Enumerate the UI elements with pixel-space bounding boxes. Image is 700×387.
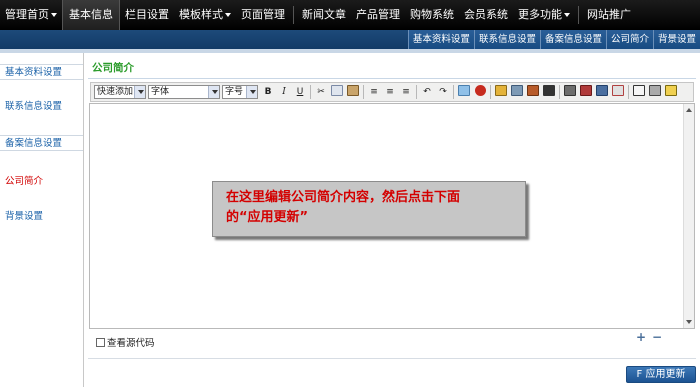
nav-basic-info[interactable]: 基本信息 — [62, 0, 120, 30]
undo-icon[interactable]: ↶ — [420, 85, 434, 99]
toolbar-divider — [363, 85, 364, 99]
chevron-down-icon — [51, 13, 57, 17]
callout-text-line1: 在这里编辑公司简介内容，然后点击下面 — [226, 190, 461, 205]
text-color-icon[interactable] — [494, 85, 508, 99]
bold-icon[interactable]: B — [261, 85, 275, 99]
toolbar-divider — [310, 85, 311, 99]
nav-page-management[interactable]: 页面管理 — [236, 0, 290, 30]
editor-resize-controls: + − — [636, 331, 662, 343]
subnav-contact-settings[interactable]: 联系信息设置 — [473, 30, 540, 49]
view-source-checkbox[interactable] — [96, 337, 105, 347]
bottom-divider — [88, 358, 696, 359]
paste-icon[interactable] — [346, 85, 360, 99]
nav-label: 基本信息 — [69, 8, 113, 21]
plus-icon[interactable]: + — [636, 331, 646, 343]
redo-icon[interactable]: ↷ — [436, 85, 450, 99]
italic-icon[interactable]: I — [277, 85, 291, 99]
font-style-icon[interactable] — [526, 85, 540, 99]
nav-news[interactable]: 新闻文章 — [297, 0, 351, 30]
align-center-icon[interactable]: ≡ — [383, 85, 397, 99]
toolbar-divider — [453, 85, 454, 99]
nav-divider — [578, 6, 579, 24]
chevron-down-icon — [134, 86, 145, 98]
table-icon[interactable] — [595, 85, 609, 99]
select-value: 快速添加 — [97, 87, 134, 97]
view-source-row[interactable]: 查看源代码 — [96, 335, 155, 349]
horizontal-rule-icon[interactable] — [611, 85, 625, 99]
unlink-icon[interactable] — [579, 85, 593, 99]
align-right-icon[interactable]: ≡ — [399, 85, 413, 99]
nav-label: 管理首页 — [5, 8, 49, 21]
sidebar: 基本资料设置 联系信息设置 备案信息设置 公司简介 背景设置 — [0, 53, 84, 387]
chevron-down-icon — [564, 13, 570, 17]
toolbar-divider — [628, 85, 629, 99]
nav-divider — [293, 6, 294, 24]
edit-source-icon[interactable] — [632, 85, 646, 99]
subnav-company-profile[interactable]: 公司简介 — [605, 30, 653, 49]
subnav-basic-settings[interactable]: 基本资料设置 — [407, 30, 474, 49]
chevron-down-icon — [246, 86, 257, 98]
cut-icon[interactable]: ✂ — [314, 85, 328, 99]
subnav-background-settings[interactable]: 背景设置 — [652, 30, 700, 49]
editor-scrollbar[interactable] — [683, 104, 694, 328]
nav-label: 网站推广 — [587, 8, 631, 21]
highlight-icon[interactable] — [510, 85, 524, 99]
copy-icon[interactable] — [330, 85, 344, 99]
editor-toolbar: 快速添加 字体 字号 B I U ✂ ≡ ≡ ≡ ↶ ↷ — [90, 82, 694, 102]
scroll-up-icon[interactable] — [686, 108, 692, 112]
nav-template-style[interactable]: 模板样式 — [174, 0, 236, 30]
help-icon[interactable] — [664, 85, 678, 99]
instruction-callout: 在这里编辑公司简介内容，然后点击下面 的“应用更新” — [212, 181, 526, 237]
select-value: 字号 — [225, 87, 244, 97]
sub-nav: 基本资料设置 联系信息设置 备案信息设置 公司简介 背景设置 — [407, 30, 700, 49]
link-icon[interactable] — [563, 85, 577, 99]
nav-label: 页面管理 — [241, 8, 285, 21]
quick-add-select[interactable]: 快速添加 — [94, 85, 146, 99]
underline-icon[interactable]: U — [293, 85, 307, 99]
toolbar-divider — [559, 85, 560, 99]
sub-nav-strip — [0, 49, 700, 53]
nav-admin-home[interactable]: 管理首页 — [0, 0, 62, 30]
top-nav: 管理首页 基本信息 栏目设置 模板样式 页面管理 新闻文章 产品管理 购物系统 … — [0, 0, 700, 30]
title-divider — [88, 78, 696, 79]
nav-label: 新闻文章 — [302, 8, 346, 21]
nav-label: 会员系统 — [464, 8, 508, 21]
nav-shopping[interactable]: 购物系统 — [405, 0, 459, 30]
sidebar-item-filing-settings[interactable]: 备案信息设置 — [0, 135, 83, 151]
image-icon[interactable] — [457, 85, 471, 99]
flash-icon[interactable] — [473, 85, 487, 99]
subnav-filing-settings[interactable]: 备案信息设置 — [539, 30, 606, 49]
font-size-select[interactable]: 字号 — [222, 85, 258, 99]
nav-label: 购物系统 — [410, 8, 454, 21]
minus-icon[interactable]: − — [652, 331, 662, 343]
sidebar-item-company-profile[interactable]: 公司简介 — [0, 174, 83, 190]
nav-label: 更多功能 — [518, 8, 562, 21]
nav-products[interactable]: 产品管理 — [351, 0, 405, 30]
chevron-down-icon — [225, 13, 231, 17]
toolbar-divider — [416, 85, 417, 99]
toolbar-divider — [490, 85, 491, 99]
nav-label: 产品管理 — [356, 8, 400, 21]
nav-promotion[interactable]: 网站推广 — [582, 0, 636, 30]
page-title: 公司简介 — [92, 62, 134, 74]
sidebar-item-background-settings[interactable]: 背景设置 — [0, 209, 83, 225]
nav-members[interactable]: 会员系统 — [459, 0, 513, 30]
align-left-icon[interactable]: ≡ — [367, 85, 381, 99]
nav-column-settings[interactable]: 栏目设置 — [120, 0, 174, 30]
clear-format-icon[interactable] — [542, 85, 556, 99]
sidebar-item-basic-settings[interactable]: 基本资料设置 — [0, 64, 83, 80]
apply-update-button[interactable]: F 应用更新 — [626, 366, 696, 383]
font-select[interactable]: 字体 — [148, 85, 220, 99]
nav-more[interactable]: 更多功能 — [513, 0, 575, 30]
fullscreen-icon[interactable] — [648, 85, 662, 99]
select-value: 字体 — [151, 87, 170, 97]
view-source-label: 查看源代码 — [107, 338, 155, 349]
scroll-down-icon[interactable] — [686, 320, 692, 324]
sidebar-item-contact-settings[interactable]: 联系信息设置 — [0, 99, 83, 115]
nav-label: 模板样式 — [179, 8, 223, 21]
nav-label: 栏目设置 — [125, 8, 169, 21]
callout-text-line2: 的“应用更新” — [226, 210, 309, 225]
chevron-down-icon — [208, 86, 219, 98]
